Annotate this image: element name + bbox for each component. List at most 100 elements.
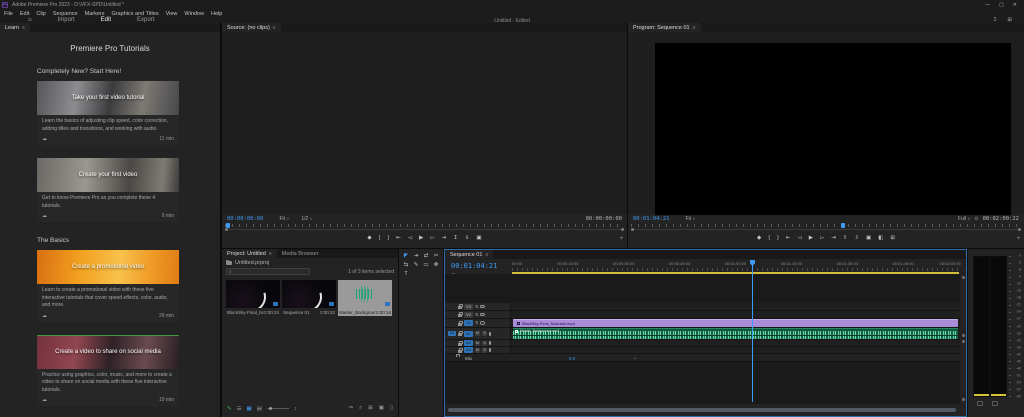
go-to-in-button[interactable]: ⇤	[786, 236, 791, 242]
go-to-in-button[interactable]: ⇤	[396, 236, 401, 242]
track-output-icon[interactable]	[480, 321, 485, 325]
button-editor-button[interactable]: +	[619, 236, 623, 242]
sync-lock-icon[interactable]: ⇅	[475, 313, 478, 317]
track-lock-icon[interactable]	[458, 323, 462, 326]
step-forward-button[interactable]: ▻	[430, 236, 434, 242]
go-to-out-button[interactable]: ⇥	[442, 236, 447, 242]
mute-button[interactable]: M	[475, 341, 480, 346]
scrollbar-right-handle[interactable]	[1018, 228, 1021, 231]
add-marker-button[interactable]: ◆	[367, 236, 371, 242]
program-settings-icon[interactable]: ⊙	[974, 216, 978, 222]
voiceover-record-icon[interactable]	[489, 332, 491, 336]
icon-view-button[interactable]: ▦	[247, 406, 252, 412]
close-button[interactable]: ✕	[1013, 2, 1017, 8]
extract-button[interactable]: ⇩	[854, 236, 859, 242]
program-zoom-select[interactable]: Fit ∨	[685, 216, 695, 222]
automate-to-sequence-button[interactable]: ⇒	[348, 405, 353, 412]
panel-menu-icon[interactable]: ≡	[693, 25, 696, 31]
tab-sequence-01[interactable]: Sequence 01 ≡	[445, 250, 493, 259]
find-button[interactable]: ⌕	[359, 405, 362, 412]
freeform-view-button[interactable]: ▤	[257, 406, 262, 412]
mix-volume-value[interactable]: 0.0	[569, 356, 575, 361]
scroll-dot[interactable]	[962, 340, 965, 343]
source-patch-a1[interactable]: A1	[448, 331, 456, 336]
cloud-download-icon[interactable]: ☁	[42, 136, 47, 142]
track-lock-icon[interactable]	[458, 314, 462, 317]
type-tool[interactable]: T	[402, 271, 410, 278]
insert-button[interactable]: ↧	[453, 236, 458, 242]
track-a3-badge[interactable]: A3	[464, 347, 473, 353]
track-v3-badge[interactable]: V3	[464, 304, 473, 310]
hand-tool[interactable]: ✥	[432, 262, 440, 269]
scrollbar-left-handle[interactable]	[225, 228, 228, 231]
mark-in-button[interactable]: {	[768, 236, 770, 242]
panel-menu-icon[interactable]: ≡	[22, 25, 25, 31]
project-item-blacksky-clip[interactable]: BlackSky-Final_NoAudio.. 2:00:24	[226, 280, 280, 316]
scroll-dot[interactable]	[962, 276, 965, 279]
lift-button[interactable]: ⇧	[843, 236, 848, 242]
tab-import[interactable]: Import	[58, 17, 75, 23]
timeline-horizontal-scrollbar[interactable]	[448, 408, 956, 412]
fullscreen-icon[interactable]: ⊞	[1007, 17, 1012, 23]
track-lock-icon[interactable]	[458, 350, 462, 353]
new-item-button[interactable]: ▣	[379, 405, 384, 412]
project-item-master-background-audio[interactable]: Master_Backgroun.. 2:00:16	[338, 280, 392, 316]
track-select-forward-tool[interactable]: ⇥	[412, 253, 420, 260]
track-output-icon[interactable]	[480, 313, 485, 317]
step-forward-button[interactable]: ▻	[820, 236, 824, 242]
tutorial-card-promotional-video[interactable]: Create a promotional video Learn to crea…	[37, 250, 179, 322]
multicam-button[interactable]: ⊞	[890, 236, 895, 242]
add-marker-button[interactable]: ◆	[757, 236, 761, 242]
rectangle-tool[interactable]: ▭	[422, 262, 430, 269]
track-v1-badge[interactable]: V1	[464, 320, 473, 326]
track-v2-lane[interactable]	[511, 311, 960, 319]
tutorial-card-first-video-tutorial[interactable]: Take your first video tutorial Learn the…	[37, 81, 179, 145]
mix-fit-icon[interactable]: ↔	[633, 355, 638, 360]
track-a1-badge[interactable]: A1	[464, 331, 473, 337]
cloud-download-icon[interactable]: ☁	[42, 213, 47, 219]
button-editor-button[interactable]: +	[1016, 236, 1020, 242]
thumbnail-zoom-slider[interactable]	[267, 408, 289, 409]
tutorial-card-social-media-video[interactable]: Create a video to share on social media …	[37, 335, 179, 407]
track-lock-icon[interactable]	[458, 333, 462, 336]
step-back-button[interactable]: ◅	[408, 236, 412, 242]
panel-menu-icon[interactable]: ≡	[273, 25, 276, 31]
project-writable-icon[interactable]: ✎	[227, 406, 232, 412]
list-view-button[interactable]: ☰	[237, 406, 242, 412]
project-file-name[interactable]: Untitled.prproj	[235, 260, 269, 266]
cloud-download-icon[interactable]: ☁	[42, 313, 47, 319]
quick-export-icon[interactable]: ↥	[993, 17, 998, 23]
sort-icons-button[interactable]: ↕	[294, 406, 297, 412]
go-to-out-button[interactable]: ⇥	[831, 236, 836, 242]
new-bin-button[interactable]: ⊞	[368, 405, 373, 412]
comparison-view-button[interactable]: ◧	[878, 236, 883, 242]
tab-program[interactable]: Program: Sequence 01 ≡	[628, 23, 701, 32]
track-lock-icon[interactable]	[458, 343, 462, 346]
track-a1-lane[interactable]: Master_Background.mp3	[511, 328, 960, 340]
mark-out-button[interactable]: }	[387, 236, 389, 242]
panel-menu-icon[interactable]: ≡	[269, 251, 272, 257]
play-button[interactable]: ▶	[809, 236, 813, 242]
play-button[interactable]: ▶	[419, 236, 423, 242]
meter-solo-right-button[interactable]	[992, 401, 998, 406]
source-zoom-select[interactable]: Fit ∨	[279, 216, 289, 222]
track-a2-lane[interactable]	[511, 340, 960, 347]
ripple-edit-tool[interactable]: ⇄	[422, 253, 430, 260]
project-search-input[interactable]	[226, 268, 310, 275]
mark-in-button[interactable]: {	[379, 236, 381, 242]
voiceover-record-icon[interactable]	[489, 341, 491, 345]
scrollbar-left-handle[interactable]	[631, 228, 634, 231]
video-clip-blacksky[interactable]: BlackSky-Final_NoAudio.mp4	[513, 319, 958, 327]
step-back-button[interactable]: ◅	[797, 236, 801, 242]
track-v3-lane[interactable]	[511, 303, 960, 311]
slip-tool[interactable]: ⇆	[402, 262, 410, 269]
sync-lock-icon[interactable]: ⇅	[475, 321, 478, 325]
meter-solo-left-button[interactable]	[977, 401, 983, 406]
minimize-button[interactable]: —	[985, 2, 990, 8]
scroll-dot[interactable]	[962, 398, 965, 401]
mute-button[interactable]: M	[475, 331, 480, 336]
mute-button[interactable]: M	[475, 348, 480, 353]
tab-media-browser[interactable]: Media Browser	[277, 249, 324, 258]
cloud-download-icon[interactable]: ☁	[42, 397, 47, 403]
timeline-playhead-line[interactable]	[752, 261, 753, 402]
